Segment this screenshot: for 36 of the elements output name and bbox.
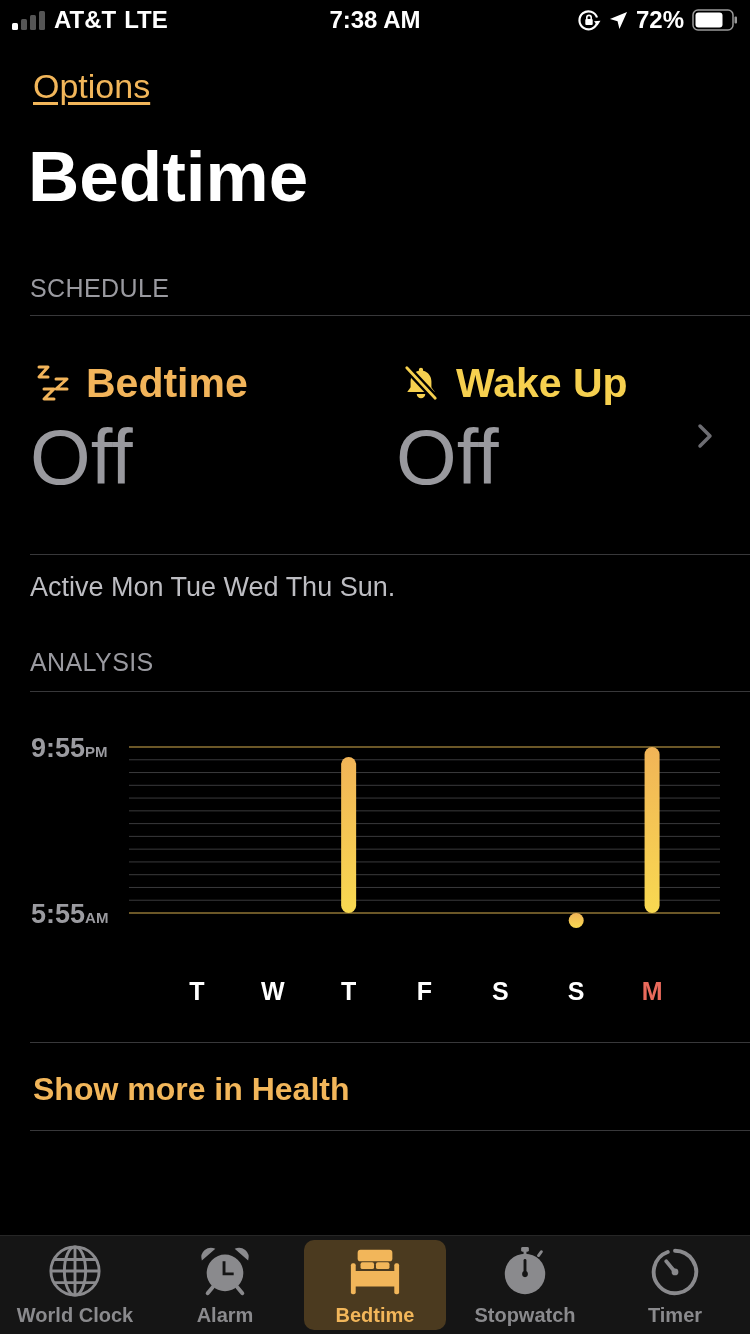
page-title: Bedtime bbox=[28, 137, 309, 217]
x-axis-label: M bbox=[641, 977, 663, 1005]
chevron-right-icon[interactable] bbox=[697, 423, 713, 449]
x-axis-label: F bbox=[416, 977, 433, 1005]
x-axis-label: S bbox=[567, 977, 585, 1005]
carrier-label: AT&T bbox=[54, 6, 117, 34]
battery-icon bbox=[692, 9, 738, 31]
tab[interactable]: Alarm bbox=[154, 1240, 296, 1330]
globe-icon bbox=[48, 1244, 102, 1298]
tab[interactable]: Stopwatch bbox=[454, 1240, 596, 1330]
bell-slash-icon bbox=[402, 365, 440, 401]
network-label: LTE bbox=[124, 6, 168, 34]
x-axis-label: T bbox=[341, 977, 357, 1005]
tab[interactable]: Bedtime bbox=[304, 1240, 446, 1330]
schedule-value: Off bbox=[30, 415, 133, 499]
health-link[interactable]: Show more in Health bbox=[33, 1070, 350, 1108]
location-arrow-icon bbox=[608, 10, 628, 30]
signal-icon bbox=[12, 10, 46, 30]
tab[interactable]: Timer bbox=[604, 1240, 746, 1330]
section-heading: ANALYSIS bbox=[30, 647, 154, 677]
status-time: 7:38 AM bbox=[329, 6, 421, 34]
y-axis-label: 5:55AM bbox=[31, 899, 109, 929]
battery-percentage: 72% bbox=[635, 6, 684, 34]
options-link[interactable]: Options bbox=[33, 66, 151, 106]
schedule-label: Bedtime bbox=[86, 359, 248, 407]
x-axis-label: W bbox=[261, 977, 285, 1005]
schedule-value: Off bbox=[396, 415, 499, 499]
active-days-text: Active Mon Tue Wed Thu Sun. bbox=[30, 571, 396, 603]
section-heading: SCHEDULE bbox=[30, 273, 170, 303]
schedule-label: Wake Up bbox=[456, 359, 628, 407]
zzz-icon bbox=[36, 365, 70, 401]
tab[interactable]: World Clock bbox=[4, 1240, 146, 1330]
x-axis-label: T bbox=[189, 977, 205, 1005]
rotation-lock-icon bbox=[576, 8, 601, 32]
y-axis-label: 9:55PM bbox=[31, 733, 108, 763]
x-axis-label: S bbox=[492, 977, 509, 1005]
